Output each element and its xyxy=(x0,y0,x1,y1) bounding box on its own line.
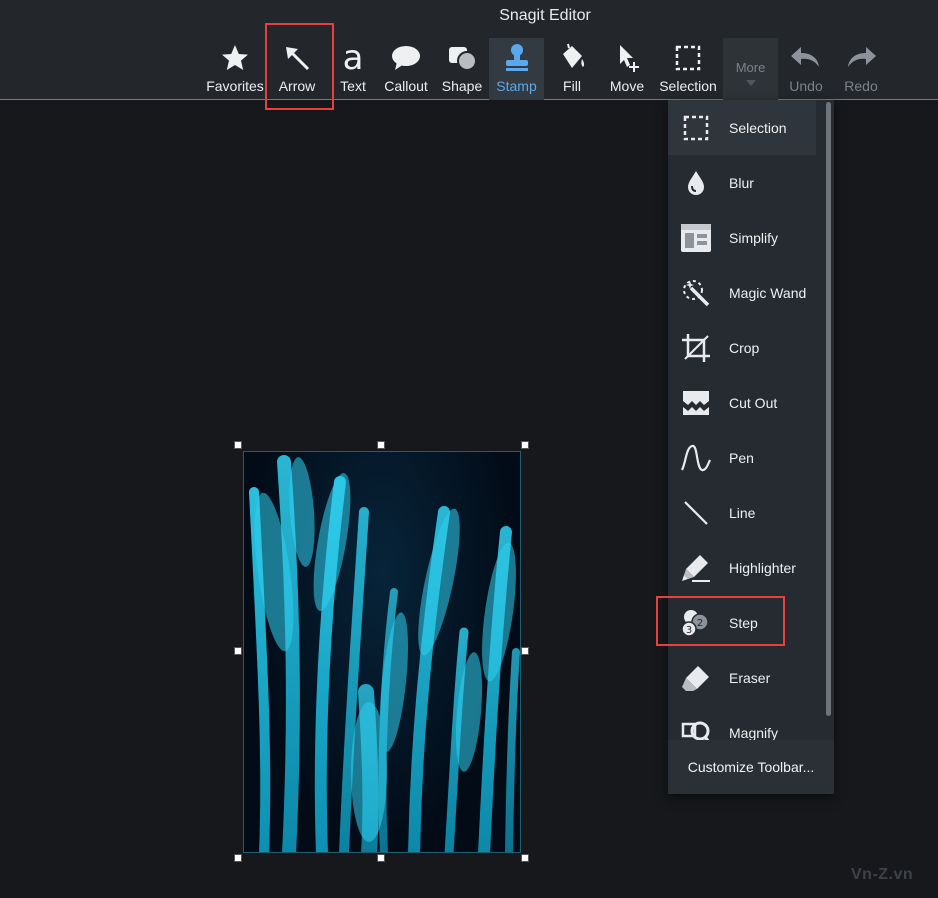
menu-item-crop[interactable]: Crop xyxy=(668,320,816,375)
pen-icon xyxy=(668,430,724,485)
resize-handle-nw[interactable] xyxy=(234,441,242,449)
callout-label: Callout xyxy=(384,78,428,94)
simplify-icon xyxy=(668,210,724,265)
magic-wand-icon xyxy=(668,265,724,320)
more-tools-dropdown: Selection Blur Simplify Magic Wand Crop xyxy=(668,100,834,794)
cut-out-icon xyxy=(668,375,724,430)
menu-item-magnify[interactable]: Magnify xyxy=(668,705,816,740)
fill-label: Fill xyxy=(563,78,581,94)
more-button[interactable]: More xyxy=(723,38,778,100)
selection-icon xyxy=(668,100,724,155)
shape-icon xyxy=(445,38,479,78)
window-title: Snagit Editor xyxy=(499,7,591,24)
more-label: More xyxy=(735,60,766,75)
eraser-icon xyxy=(668,650,724,705)
resize-handle-n[interactable] xyxy=(377,441,385,449)
resize-handle-ne[interactable] xyxy=(521,441,529,449)
selection-icon xyxy=(673,38,703,78)
shape-tool[interactable]: Shape xyxy=(438,38,486,100)
text-icon: a xyxy=(342,38,364,78)
resize-handle-w[interactable] xyxy=(234,647,242,655)
menu-item-label: Magnify xyxy=(729,724,779,741)
callout-icon xyxy=(390,38,422,78)
shape-label: Shape xyxy=(441,78,483,94)
line-icon xyxy=(668,485,724,540)
selection-tool[interactable]: Selection xyxy=(656,38,720,100)
customize-toolbar-button[interactable]: Customize Toolbar... xyxy=(668,740,834,794)
undo-icon xyxy=(789,38,823,78)
fill-bucket-icon xyxy=(557,38,587,78)
menu-scrollbar[interactable] xyxy=(826,102,831,716)
move-label: Move xyxy=(609,78,645,94)
callout-tool[interactable]: Callout xyxy=(380,38,432,100)
watermark: Vn-Z.vn xyxy=(851,866,914,883)
menu-item-label: Selection xyxy=(729,119,787,136)
menu-item-label: Line xyxy=(729,504,756,521)
menu-item-eraser[interactable]: Eraser xyxy=(668,650,816,705)
menu-item-label: Cut Out xyxy=(729,394,778,411)
move-cursor-icon xyxy=(612,38,642,78)
magnify-icon xyxy=(668,705,724,740)
move-tool[interactable]: Move xyxy=(604,38,650,100)
menu-item-simplify[interactable]: Simplify xyxy=(668,210,816,265)
menu-item-label: Simplify xyxy=(729,229,779,246)
undo-label: Undo xyxy=(789,78,823,94)
menu-item-line[interactable]: Line xyxy=(668,485,816,540)
text-label: Text xyxy=(340,78,366,94)
menu-item-highlighter[interactable]: Highlighter xyxy=(668,540,816,595)
arrow-highlight-box xyxy=(265,23,334,110)
step-highlight-box xyxy=(656,596,785,646)
grass-plumes-image xyxy=(249,455,520,852)
redo-icon xyxy=(844,38,878,78)
menu-item-label: Pen xyxy=(729,449,754,466)
redo-button[interactable]: Redo xyxy=(838,38,884,100)
menu-item-blur[interactable]: Blur xyxy=(668,155,816,210)
favorites-label: Favorites xyxy=(206,78,264,94)
menu-item-label: Magic Wand xyxy=(729,284,807,301)
resize-handle-se[interactable] xyxy=(521,854,529,862)
resize-handle-sw[interactable] xyxy=(234,854,242,862)
canvas-photo[interactable] xyxy=(243,451,521,853)
stamp-icon xyxy=(502,38,532,78)
stamp-label: Stamp xyxy=(496,78,537,94)
menu-item-label: Blur xyxy=(729,174,754,191)
menu-item-label: Highlighter xyxy=(729,559,796,576)
menu-item-magic-wand[interactable]: Magic Wand xyxy=(668,265,816,320)
menu-item-cut-out[interactable]: Cut Out xyxy=(668,375,816,430)
selection-label: Selection xyxy=(659,78,717,94)
stamp-tool[interactable]: Stamp xyxy=(489,38,544,100)
blur-drop-icon xyxy=(668,155,724,210)
editor-toolbar: Snagit Editor Favorites Arrow a Text Cal… xyxy=(0,0,938,100)
resize-handle-e[interactable] xyxy=(521,647,529,655)
highlighter-icon xyxy=(668,540,724,595)
undo-button[interactable]: Undo xyxy=(784,38,828,100)
resize-handle-s[interactable] xyxy=(377,854,385,862)
star-icon xyxy=(220,38,250,78)
menu-item-pen[interactable]: Pen xyxy=(668,430,816,485)
crop-icon xyxy=(668,320,724,375)
fill-tool[interactable]: Fill xyxy=(550,38,594,100)
text-tool[interactable]: a Text xyxy=(334,38,372,100)
redo-label: Redo xyxy=(844,78,878,94)
favorites-tool[interactable]: Favorites xyxy=(204,38,266,100)
menu-item-label: Eraser xyxy=(729,669,771,686)
menu-item-label: Crop xyxy=(729,339,760,356)
menu-item-selection[interactable]: Selection xyxy=(668,100,816,155)
